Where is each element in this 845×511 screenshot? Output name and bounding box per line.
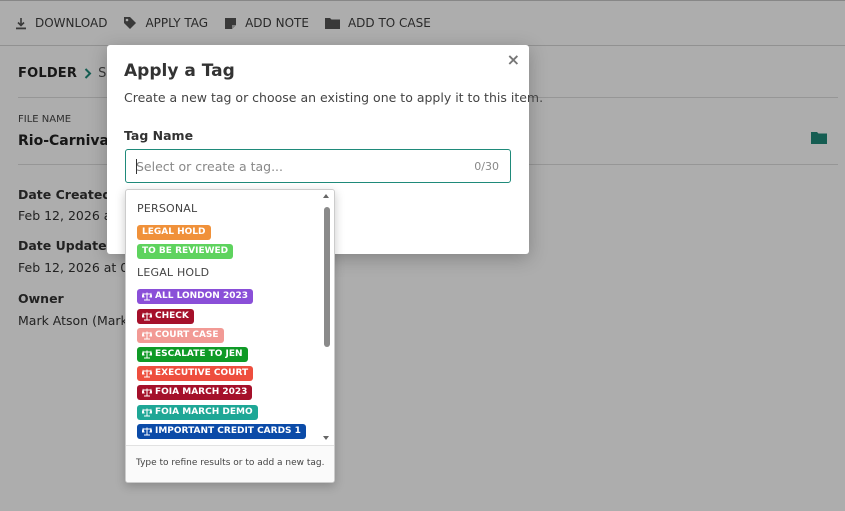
tag-name-input[interactable] xyxy=(136,150,456,182)
dropdown-hint: Type to refine results or to add a new t… xyxy=(126,445,334,482)
tag-option[interactable]: FOIA MARCH 2023 xyxy=(137,385,253,401)
tag-option-label: ALL LONDON 2023 xyxy=(155,291,249,302)
tag-option[interactable]: CHECK xyxy=(137,308,194,324)
tag-option[interactable]: ALL LONDON 2023 xyxy=(137,289,254,305)
tag-option[interactable]: COURT CASE xyxy=(137,327,224,343)
scale-icon xyxy=(142,331,152,340)
tag-option[interactable]: IMPORTANT CREDIT CARDS 1 xyxy=(137,423,306,439)
dialog-title: Apply a Tag xyxy=(124,61,235,81)
tag-option[interactable]: FOIA MARCH DEMO xyxy=(137,404,258,420)
tag-option[interactable]: EXECUTIVE COURT xyxy=(137,366,254,382)
scale-icon xyxy=(142,369,152,378)
tag-option-label: TO BE REVIEWED xyxy=(142,246,229,257)
scale-icon xyxy=(142,408,152,417)
text-caret xyxy=(136,159,137,174)
scroll-down-arrow-icon[interactable] xyxy=(323,436,329,440)
tag-option-label: FOIA MARCH 2023 xyxy=(155,387,248,398)
scale-icon xyxy=(142,312,152,321)
scale-icon xyxy=(142,350,152,359)
tag-option-label: FOIA MARCH DEMO xyxy=(155,406,253,417)
tag-group-heading: LEGAL HOLD xyxy=(137,266,210,280)
tag-name-field[interactable]: 0/30 xyxy=(125,149,511,183)
scale-icon xyxy=(142,292,152,301)
character-counter: 0/30 xyxy=(474,160,499,173)
scale-icon xyxy=(142,388,152,397)
tag-option[interactable]: LEGAL HOLD xyxy=(137,225,211,240)
dropdown-hint-text: Type to refine results or to add a new t… xyxy=(136,458,325,468)
scale-icon xyxy=(142,427,152,436)
tag-option-label: LEGAL HOLD xyxy=(142,227,206,237)
tag-option-label: COURT CASE xyxy=(155,329,219,340)
scrollbar-thumb[interactable] xyxy=(324,207,330,347)
tag-option-label: IMPORTANT CREDIT CARDS 1 xyxy=(155,425,301,436)
tag-option-label: CHECK xyxy=(155,310,189,321)
tag-dropdown: PERSONAL LEGAL HOLD TO BE REVIEWED LEGAL HO… xyxy=(125,189,335,483)
tag-option-label: ESCALATE TO JEN xyxy=(155,349,243,359)
scroll-up-arrow-icon[interactable] xyxy=(323,194,329,198)
tag-option[interactable]: TO BE REVIEWED xyxy=(137,244,234,260)
tag-group-heading: PERSONAL xyxy=(137,202,198,215)
tag-options-list: PERSONAL LEGAL HOLD TO BE REVIEWED LEGAL HO… xyxy=(126,190,320,445)
dropdown-scrollbar[interactable] xyxy=(320,190,334,445)
close-icon[interactable]: × xyxy=(507,50,520,69)
dialog-subtitle: Create a new tag or choose an existing o… xyxy=(124,90,544,105)
tag-option[interactable]: ESCALATE TO JEN xyxy=(137,347,248,362)
tag-name-label: Tag Name xyxy=(124,128,194,143)
tag-option-label: EXECUTIVE COURT xyxy=(155,368,249,379)
